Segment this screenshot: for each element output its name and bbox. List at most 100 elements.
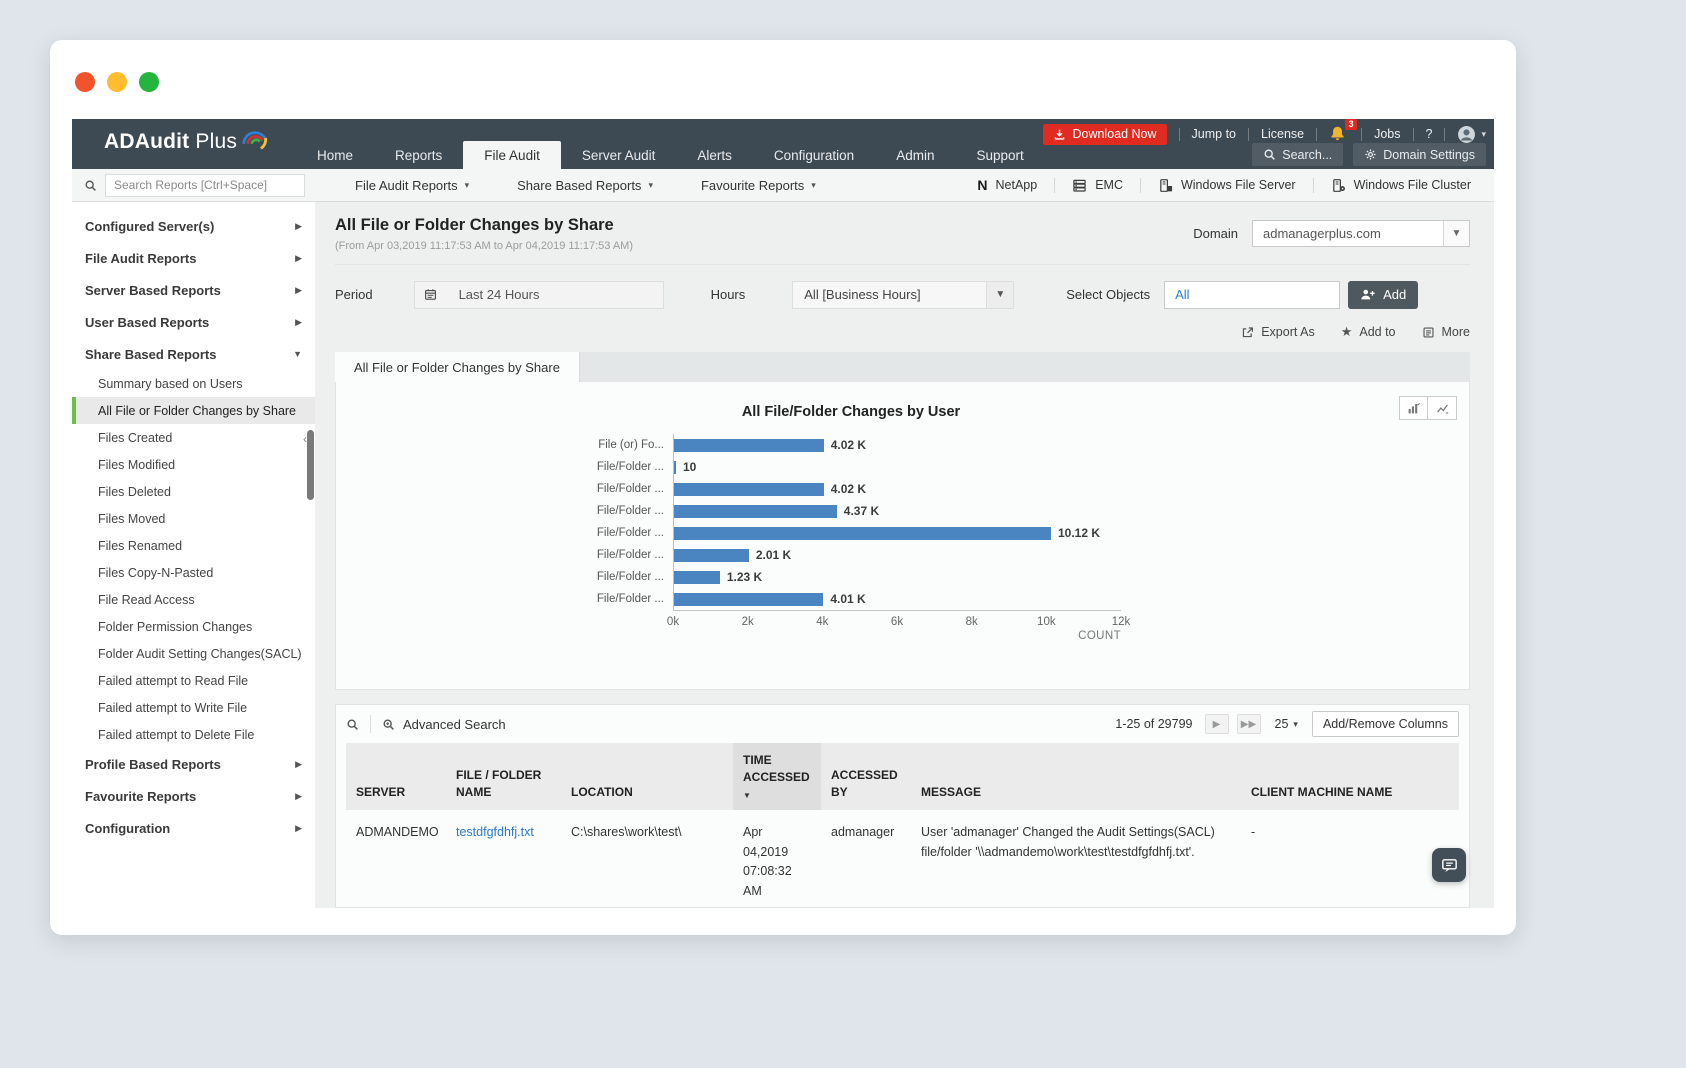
- sidebar-item-failed-attempt-to-read-file[interactable]: Failed attempt to Read File: [72, 667, 315, 694]
- period-picker[interactable]: Last 24 Hours: [413, 280, 664, 309]
- nav-tab-support[interactable]: Support: [955, 141, 1044, 169]
- notifications-button[interactable]: 3: [1329, 119, 1358, 143]
- sidebar-item-files-modified[interactable]: Files Modified: [72, 451, 315, 478]
- license-link[interactable]: License: [1261, 127, 1304, 141]
- jobs-link[interactable]: Jobs: [1374, 127, 1400, 141]
- close-window-button[interactable]: [75, 72, 95, 92]
- sidebar-item-file-read-access[interactable]: File Read Access: [72, 586, 315, 613]
- nav-tab-alerts[interactable]: Alerts: [676, 141, 753, 169]
- chart-bar[interactable]: [674, 526, 1051, 540]
- sidebar-item-failed-attempt-to-write-file[interactable]: Failed attempt to Write File: [72, 694, 315, 721]
- export-as-label: Export As: [1261, 325, 1315, 339]
- chart-bar[interactable]: [674, 548, 749, 562]
- jump-to-link[interactable]: Jump to: [1192, 127, 1236, 141]
- chart-bar[interactable]: [674, 592, 824, 606]
- advanced-search-button[interactable]: Advanced Search: [382, 717, 506, 732]
- next-page-button[interactable]: ▶: [1204, 714, 1229, 734]
- platform-windows-file-cluster[interactable]: Windows File Cluster: [1312, 177, 1488, 193]
- export-as-button[interactable]: Export As: [1241, 325, 1315, 339]
- chart-bar-row: File (or) Fo... 4.02 K: [581, 434, 1121, 456]
- column-header-location[interactable]: LOCATION: [561, 743, 733, 811]
- sidebar-group-server-based-reports[interactable]: Server Based Reports ▶: [72, 274, 315, 306]
- column-header-client-machine-name[interactable]: CLIENT MACHINE NAME: [1241, 743, 1459, 811]
- add-to-favourites-button[interactable]: ★ Add to: [1341, 324, 1396, 340]
- nav-tab-file-audit[interactable]: File Audit: [463, 141, 561, 169]
- add-objects-button[interactable]: Add: [1348, 280, 1419, 309]
- column-header-file-folder-name[interactable]: FILE / FOLDER NAME: [446, 743, 561, 811]
- menu-share-based-reports[interactable]: Share Based Reports ▾: [493, 178, 677, 193]
- sidebar-item-files-renamed[interactable]: Files Renamed: [72, 532, 315, 559]
- domain-select[interactable]: admanagerplus.com ▼: [1252, 220, 1470, 247]
- sidebar-item-all-file-or-folder-changes-by-share[interactable]: All File or Folder Changes by Share: [72, 397, 315, 424]
- sidebar-item-folder-audit-setting-changes-sacl[interactable]: Folder Audit Setting Changes(SACL): [72, 640, 315, 667]
- nav-tab-home[interactable]: Home: [296, 141, 374, 169]
- file-link[interactable]: testdfgfdhfj.txt: [456, 825, 534, 839]
- sidebar-item-summary-based-on-users[interactable]: Summary based on Users: [72, 370, 315, 397]
- platform-label: Windows File Cluster: [1353, 178, 1471, 192]
- column-header-time-accessed[interactable]: TIME ACCESSED ▼: [733, 743, 821, 811]
- chart-bar[interactable]: [674, 438, 824, 452]
- nav-tab-admin[interactable]: Admin: [875, 141, 955, 169]
- search-reports-input[interactable]: [105, 173, 305, 197]
- sidebar-group-configured-server-s[interactable]: Configured Server(s) ▶: [72, 210, 315, 242]
- chart-bar[interactable]: [674, 482, 824, 496]
- menu-favourite-reports[interactable]: Favourite Reports ▾: [677, 178, 840, 193]
- column-header-message[interactable]: MESSAGE: [911, 743, 1241, 811]
- chart-category-label: File/Folder ...: [596, 549, 664, 561]
- user-menu-button[interactable]: ▾: [1457, 125, 1486, 144]
- sidebar-item-files-deleted[interactable]: Files Deleted: [72, 478, 315, 505]
- sidebar-group-favourite-reports[interactable]: Favourite Reports ▶: [72, 780, 315, 812]
- sidebar-group-file-audit-reports[interactable]: File Audit Reports ▶: [72, 242, 315, 274]
- brand-suffix: Plus: [195, 130, 238, 153]
- nav-tab-server-audit[interactable]: Server Audit: [561, 141, 677, 169]
- sidebar-group-user-based-reports[interactable]: User Based Reports ▶: [72, 306, 315, 338]
- column-header-accessed-by[interactable]: ACCESSED BY: [821, 743, 911, 811]
- line-chart-button[interactable]: [1428, 396, 1457, 420]
- table-toolbar: Advanced Search 1-25 of 29799 ▶ ▶▶ 25 ▾ …: [346, 705, 1459, 743]
- more-actions-button[interactable]: More: [1422, 325, 1470, 339]
- sidebar-group-profile-based-reports[interactable]: Profile Based Reports ▶: [72, 748, 315, 780]
- chart-type-button[interactable]: [1399, 396, 1428, 420]
- platform-windows-file-server[interactable]: Windows File Server: [1139, 177, 1313, 193]
- page-size-select[interactable]: 25 ▾: [1275, 717, 1298, 731]
- download-now-button[interactable]: Download Now: [1043, 123, 1167, 145]
- chevron-right-icon: ▶: [295, 284, 302, 295]
- chart-category-label: File/Folder ...: [596, 483, 664, 495]
- zoom-window-button[interactable]: [139, 72, 159, 92]
- hours-label: Hours: [710, 287, 746, 302]
- menu-file-audit-reports[interactable]: File Audit Reports ▾: [331, 178, 493, 193]
- help-button[interactable]: ?: [1426, 127, 1433, 141]
- column-search-button[interactable]: [346, 718, 359, 731]
- column-header-server[interactable]: SERVER: [346, 743, 446, 811]
- window-controls: [75, 72, 159, 92]
- global-search-button[interactable]: Search...: [1252, 143, 1344, 166]
- platform-emc[interactable]: EMC: [1054, 177, 1140, 193]
- sidebar-scrollbar[interactable]: [307, 430, 314, 500]
- platform-netapp[interactable]: N NetApp: [960, 177, 1054, 193]
- domain-settings-button[interactable]: Domain Settings: [1353, 143, 1486, 166]
- nav-tab-reports[interactable]: Reports: [374, 141, 463, 169]
- chart-bar-row: File/Folder ... 4.01 K: [581, 588, 1121, 610]
- last-page-button[interactable]: ▶▶: [1236, 714, 1261, 734]
- sidebar-group-label: Server Based Reports: [85, 282, 221, 298]
- hours-select[interactable]: All [Business Hours] ▼: [792, 280, 1015, 309]
- more-options-icon: [1422, 326, 1434, 338]
- sidebar-item-files-created[interactable]: Files Created: [72, 424, 315, 451]
- sidebar-item-failed-attempt-to-delete-file[interactable]: Failed attempt to Delete File: [72, 721, 315, 748]
- add-remove-columns-button[interactable]: Add/Remove Columns: [1311, 711, 1459, 737]
- select-objects-input[interactable]: All: [1164, 280, 1341, 309]
- minimize-window-button[interactable]: [107, 72, 127, 92]
- sidebar-item-files-moved[interactable]: Files Moved: [72, 505, 315, 532]
- feedback-chat-button[interactable]: [1432, 848, 1466, 882]
- sidebar-item-folder-permission-changes[interactable]: Folder Permission Changes: [72, 613, 315, 640]
- nav-tab-configuration[interactable]: Configuration: [753, 141, 875, 169]
- sidebar-group-share-based-reports[interactable]: Share Based Reports ▼: [72, 338, 315, 370]
- chart-bar[interactable]: [674, 460, 676, 474]
- filter-row: Period Last 24 Hours Hours All [Business…: [335, 280, 1470, 309]
- sidebar-item-files-copy-n-pasted[interactable]: Files Copy-N-Pasted: [72, 559, 315, 586]
- chart-bar[interactable]: [674, 504, 837, 518]
- chart-bar[interactable]: [674, 570, 720, 584]
- tab-all-file-or-folder-changes-by-share[interactable]: All File or Folder Changes by Share: [335, 352, 580, 382]
- chevron-down-icon: ▾: [1481, 128, 1486, 139]
- sidebar-group-configuration[interactable]: Configuration ▶: [72, 812, 315, 844]
